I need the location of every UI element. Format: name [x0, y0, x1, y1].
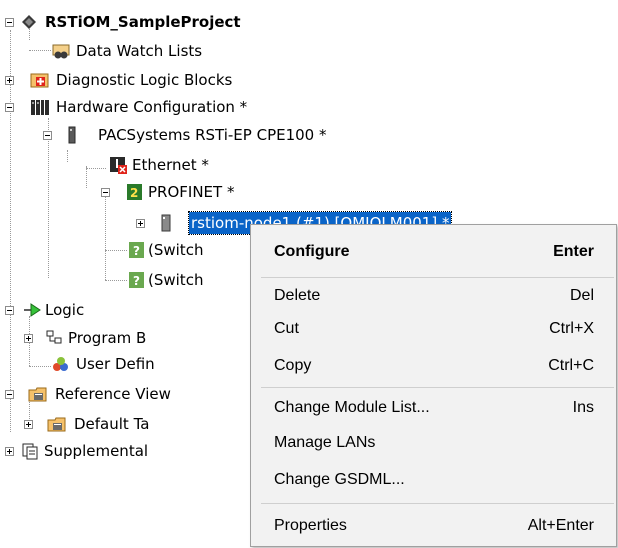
supplemental-files-icon: [22, 443, 38, 460]
menu-item-label: Cut: [274, 320, 299, 337]
menu-item-shortcut: Enter: [553, 243, 594, 260]
menu-item-properties[interactable]: Properties Alt+Enter: [251, 511, 616, 541]
menu-item-copy[interactable]: Copy Ctrl+C: [251, 351, 616, 381]
expand-toggle[interactable]: [136, 219, 145, 228]
program-blocks-icon: [46, 330, 62, 344]
tree-label: (Switch: [148, 241, 204, 259]
tree-label: PACSystems RSTi-EP CPE100 *: [98, 126, 327, 144]
menu-item-change-module-list[interactable]: Change Module List... Ins: [251, 393, 616, 423]
expand-toggle[interactable]: [5, 76, 14, 85]
tree-label: RSTiOM_SampleProject: [45, 13, 241, 31]
user-defined-types-icon: [53, 357, 68, 371]
tree-label: Program B: [68, 329, 147, 347]
menu-item-label: Delete: [274, 287, 321, 304]
tree-label: Hardware Configuration *: [56, 98, 248, 116]
hardware-icon: [31, 100, 49, 115]
tree-label: Logic: [45, 301, 85, 319]
project-icon: [22, 15, 36, 29]
menu-separator: [261, 503, 614, 504]
tree-label: Default Ta: [74, 415, 150, 433]
menu-item-label: Copy: [274, 357, 312, 374]
menu-item-delete[interactable]: Delete Del: [251, 281, 616, 311]
menu-item-label: Change Module List...: [274, 399, 430, 416]
tree-label: User Defin: [76, 355, 155, 373]
menu-item-shortcut: Alt+Enter: [527, 517, 594, 534]
menu-separator: [261, 277, 614, 278]
expand-toggle[interactable]: [24, 334, 33, 343]
tree-label: Diagnostic Logic Blocks: [56, 71, 233, 89]
cpu-module-icon: [68, 126, 76, 144]
ethernet-port-icon: [110, 157, 127, 174]
collapse-toggle[interactable]: [101, 188, 110, 197]
switch-icon: ?: [129, 272, 144, 288]
menu-item-configure[interactable]: Configure Enter: [251, 237, 616, 267]
watch-list-icon: [52, 44, 70, 59]
profinet-port-icon: 2: [127, 184, 142, 200]
menu-item-shortcut: Ins: [572, 399, 594, 416]
menu-item-cut[interactable]: Cut Ctrl+X: [251, 314, 616, 344]
menu-item-label: Manage LANs: [274, 434, 376, 451]
tree-label: (Switch: [148, 271, 204, 289]
menu-item-label: Change GSDML...: [274, 471, 405, 488]
menu-item-shortcut: Ctrl+C: [548, 357, 594, 374]
diagnostic-block-icon: [30, 73, 49, 88]
collapse-toggle[interactable]: [5, 390, 14, 399]
collapse-toggle[interactable]: [5, 103, 14, 112]
expand-toggle[interactable]: [24, 420, 33, 429]
menu-item-manage-lans[interactable]: Manage LANs: [251, 428, 616, 458]
tree-label: PROFINET *: [148, 183, 235, 201]
switch-icon: ?: [129, 242, 144, 258]
reference-view-icon: [28, 387, 47, 402]
tree-label: Reference View: [55, 385, 171, 403]
menu-item-shortcut: Ctrl+X: [549, 320, 594, 337]
collapse-toggle[interactable]: [5, 18, 14, 27]
tree-label: Data Watch Lists: [76, 42, 203, 60]
expand-toggle[interactable]: [5, 447, 14, 456]
io-device-icon: [161, 214, 171, 232]
tree-label: Ethernet *: [132, 156, 209, 174]
context-menu: Configure Enter Delete Del Cut Ctrl+X Co…: [250, 224, 617, 547]
menu-item-change-gsdml[interactable]: Change GSDML...: [251, 465, 616, 495]
tree-label: Supplemental: [44, 442, 149, 460]
reference-table-icon: [47, 417, 66, 432]
menu-item-label: Configure: [274, 243, 350, 260]
svg-text:?: ?: [133, 244, 140, 258]
collapse-toggle[interactable]: [43, 131, 52, 140]
collapse-toggle[interactable]: [5, 306, 14, 315]
menu-separator: [261, 387, 614, 388]
logic-icon: [24, 303, 41, 317]
menu-item-label: Properties: [274, 517, 347, 534]
svg-text:2: 2: [130, 186, 138, 200]
svg-text:?: ?: [133, 274, 140, 288]
menu-item-shortcut: Del: [569, 287, 594, 304]
